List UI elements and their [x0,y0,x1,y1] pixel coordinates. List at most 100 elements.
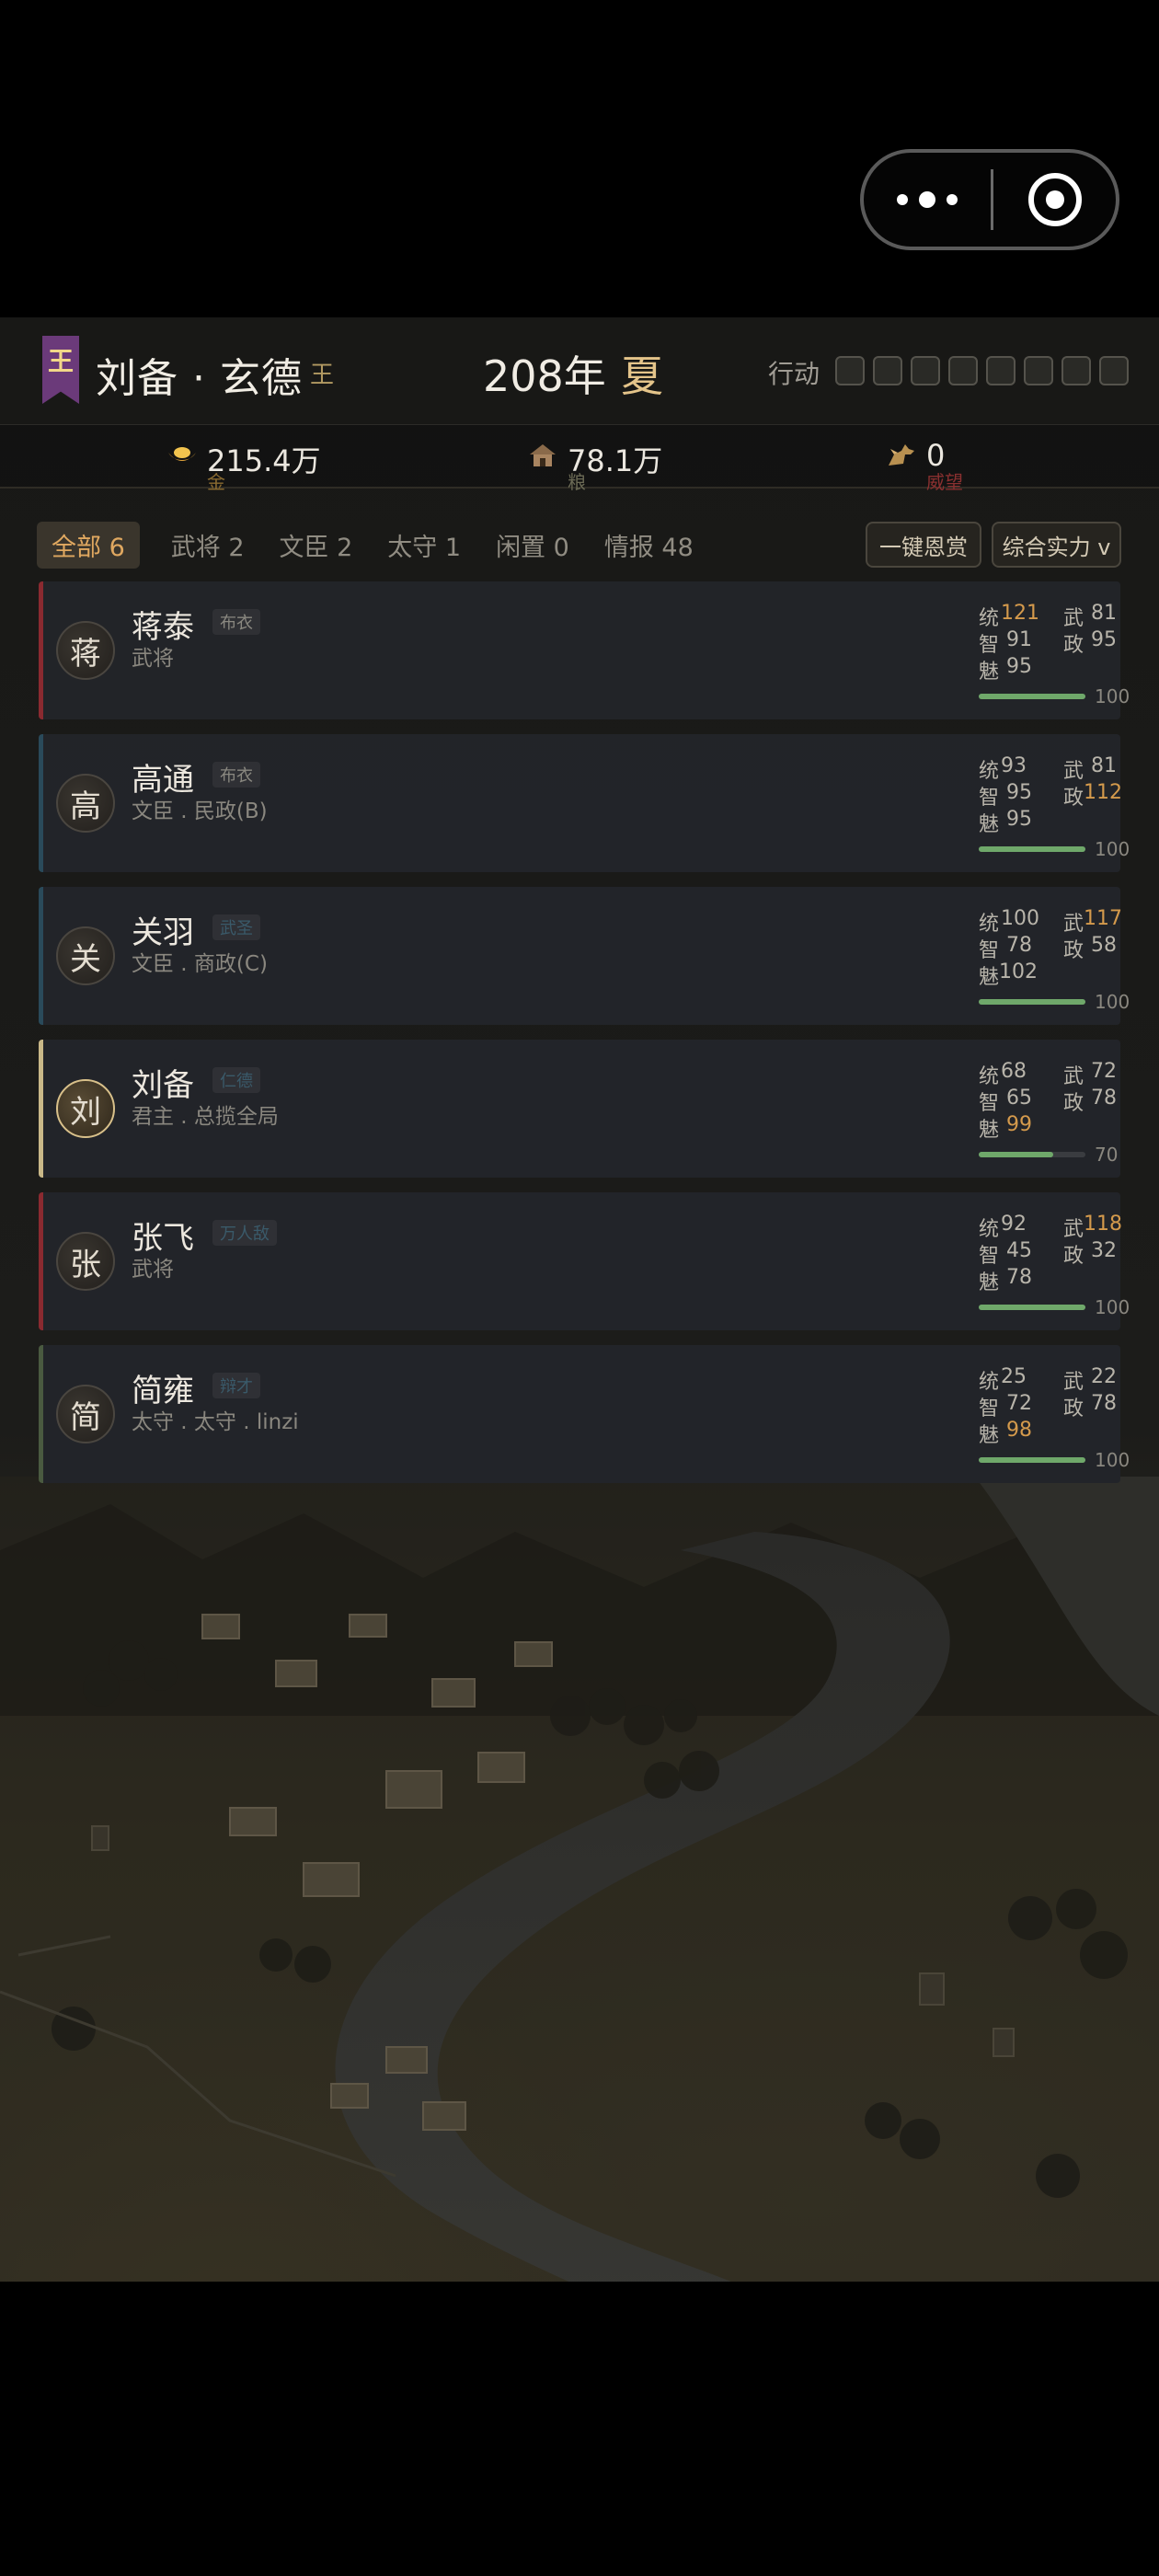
generals-list: 蒋蒋泰 布衣 武将统 121 武 81 智 91 政 95 魅 95 100 高高通 布衣 文臣 . 民政(B… [39,581,1130,1498]
stat-mei: 98 [1006,1419,1032,1442]
general-role: 太守 . 太守 . linzi [132,1410,299,1434]
loyalty-bar [979,999,1085,1005]
stat-wu: 72 [1091,1060,1117,1083]
general-avatar: 简 [56,1385,115,1443]
loyalty-bar-fill [979,999,1085,1005]
target-icon [1027,173,1082,226]
general-avatar: 蒋 [56,621,115,680]
miniprogram-capsule [860,149,1119,250]
stat-label-tong: 统 [979,1218,1000,1241]
general-role: 文臣 . 民政(B) [132,799,268,823]
filter-tab[interactable]: 闲置 0 [496,523,569,567]
general-card[interactable]: 刘刘备 仁德 君主 . 总揽全局统 68 武 72 智 65 政 78 魅 99 70 [39,1040,1120,1178]
action-point-slot [911,356,940,385]
general-trait-tag: 辩才 [212,1373,260,1398]
stat-label-wu: 武 [1063,607,1084,630]
stat-zheng: 95 [1091,628,1117,651]
general-card[interactable]: 关关羽 武圣 文臣 . 商政(C) 统 100 武 117 智 78 政 58 魅 102 100 [39,887,1130,1025]
close-miniprogram-button[interactable] [993,173,1116,226]
stat-zhi: 78 [1006,934,1032,957]
more-dots-icon [897,194,908,205]
stat-label-tong: 统 [979,913,1000,936]
stat-label-wu: 武 [1063,1065,1084,1088]
stat-zheng: 58 [1091,934,1117,957]
general-role: 武将 [132,1258,174,1282]
general-stats: 统 25 武 22 智 72 政 78 魅 98 100 [979,1365,1130,1471]
stat-label-mei: 魅 [979,661,1000,684]
stat-mei: 102 [999,960,1038,983]
general-stats: 统 93 武 81 智 95 政 112 魅 95 100 [979,754,1130,860]
reward-all-button[interactable]: 一键恩赏 [866,522,981,568]
action-point-slot [1024,356,1053,385]
loyalty-value: 100 [1095,991,1130,1013]
general-trait-tag: 布衣 [212,762,260,788]
stat-zheng: 112 [1084,781,1122,804]
general-stats: 统 100 武 117 智 78 政 58 魅 102 100 [979,907,1130,1013]
general-role: 文臣 . 商政(C) [132,952,268,976]
general-stats: 统 68 武 72 智 65 政 78 魅 99 70 [979,1060,1126,1166]
stat-label-zhi: 智 [979,1245,1000,1268]
action-point-slot [873,356,902,385]
loyalty-value: 100 [1095,685,1130,707]
loyalty-bar-fill [979,1457,1085,1463]
stat-wu: 22 [1091,1365,1117,1388]
stat-label-mei: 魅 [979,1271,1000,1294]
loyalty-value: 100 [1095,1449,1130,1471]
stat-label-zhi: 智 [979,939,1000,962]
general-role: 武将 [132,647,174,671]
general-card[interactable]: 蒋蒋泰 布衣 武将统 121 武 81 智 91 政 95 魅 95 100 [39,581,1130,719]
action-point-slot [948,356,978,385]
loyalty-value: 100 [1095,1296,1130,1318]
sort-dropdown[interactable]: 综合实力 v [992,522,1121,568]
filter-tab[interactable]: 全部 6 [37,521,140,569]
war-horse-icon [889,444,914,466]
stat-mei: 95 [1006,808,1032,831]
stat-label-wu: 武 [1063,1371,1084,1394]
stat-label-wu: 武 [1063,1218,1084,1241]
more-menu-button[interactable] [864,191,991,208]
stat-zhi: 72 [1006,1392,1032,1415]
general-card[interactable]: 简简雍 辩才 太守 . 太守 . linzi 统 25 武 22 智 72 政 78 魅 98 100 [39,1345,1130,1483]
stat-zheng: 78 [1091,1392,1117,1415]
general-avatar: 关 [56,926,115,985]
filter-tab[interactable]: 文臣 2 [280,523,353,567]
loyalty-value: 100 [1095,838,1130,860]
loyalty-value: 70 [1095,1144,1119,1166]
stat-label-zheng: 政 [1063,1092,1084,1115]
stat-zhi: 95 [1006,781,1032,804]
general-role: 君主 . 总揽全局 [132,1105,279,1129]
stat-label-mei: 魅 [979,966,1000,989]
resource-bar: 215.4万 金 78.1万 粮 0 威望 [0,424,1159,493]
stat-label-wu: 武 [1063,913,1084,936]
stat-label-zheng: 政 [1063,787,1084,810]
loyalty-bar [979,1305,1085,1310]
stat-zhi: 45 [1006,1239,1032,1262]
stat-label-zheng: 政 [1063,634,1084,657]
action-points-label: 行动 [768,359,820,389]
stat-label-mei: 魅 [979,813,1000,836]
loyalty-bar [979,694,1085,699]
stat-label-zheng: 政 [1063,1397,1084,1420]
loyalty-bar-fill [979,1152,1054,1157]
action-point-slot [986,356,1016,385]
stat-zheng: 78 [1091,1087,1117,1110]
stat-label-tong: 统 [979,607,1000,630]
stat-tong: 121 [1001,602,1039,625]
stat-wu: 118 [1084,1213,1122,1236]
current-year: 208年 [483,351,606,401]
filter-tab[interactable]: 武将 2 [171,523,245,567]
general-card[interactable]: 高高通 布衣 文臣 . 民政(B) 统 93 武 81 智 95 政 112 魅 95 100 [39,734,1130,872]
stat-label-zhi: 智 [979,1092,1000,1115]
stat-mei: 78 [1006,1266,1032,1289]
loyalty-bar-fill [979,846,1085,852]
general-trait-tag: 武圣 [212,914,260,940]
general-card[interactable]: 张张飞 万人敌 武将统 92 武 118 智 45 政 32 魅 78 100 [39,1192,1130,1330]
stat-label-zheng: 政 [1063,939,1084,962]
ruler-name: 刘备 · 玄德 [96,355,303,402]
action-point-slot [835,356,865,385]
stat-wu: 81 [1091,754,1117,777]
current-season: 夏 [621,351,663,401]
filter-tab[interactable]: 太守 1 [387,523,461,567]
filter-tab[interactable]: 情报 48 [604,523,694,567]
action-point-slot [1099,356,1129,385]
